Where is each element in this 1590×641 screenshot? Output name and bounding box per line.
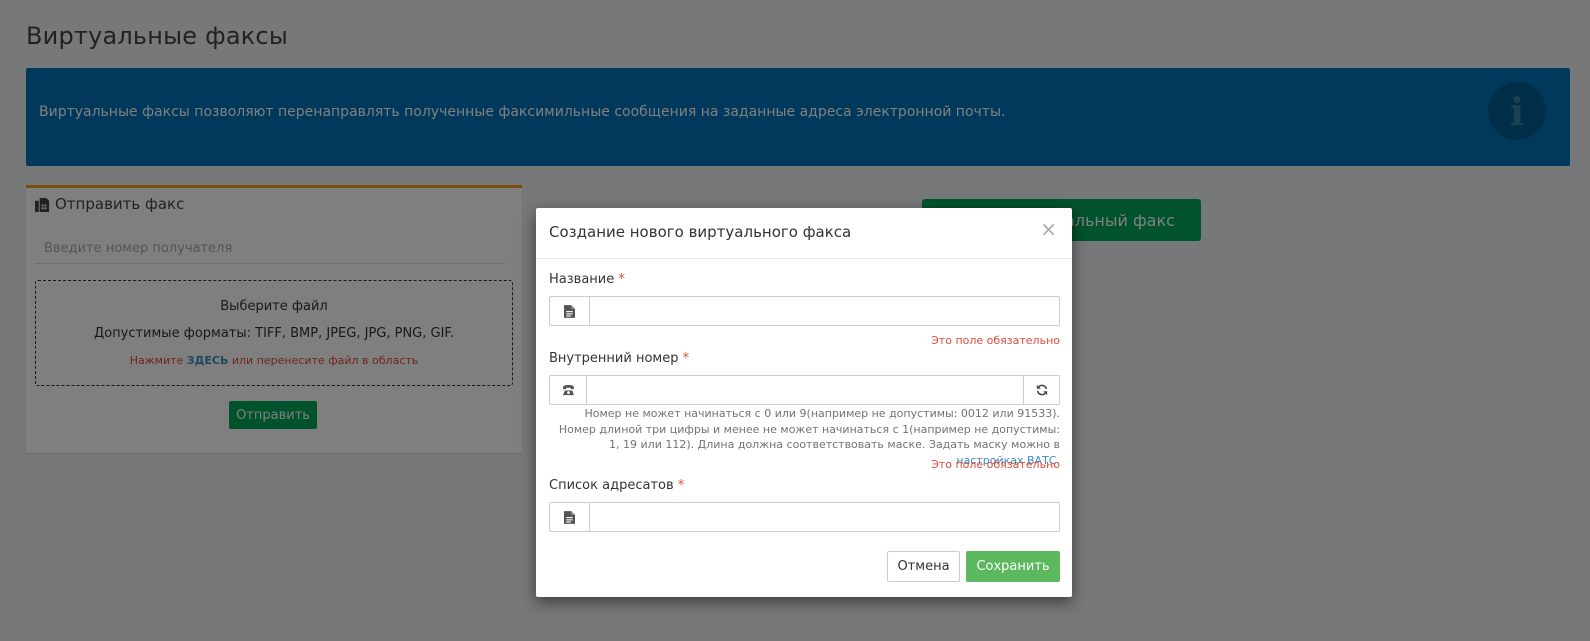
file-icon <box>549 296 589 326</box>
name-label-text: Название <box>549 272 615 287</box>
required-mark: * <box>677 478 685 493</box>
modal-header: Создание нового виртуального факса × <box>536 208 1072 259</box>
required-mark: * <box>682 351 690 366</box>
recipients-label-text: Список адресатов <box>549 478 674 493</box>
name-label: Название * <box>549 272 625 287</box>
close-icon[interactable]: × <box>1040 219 1057 239</box>
recipients-input-group <box>549 502 1060 532</box>
name-field[interactable] <box>589 296 1060 326</box>
name-error: Это поле обязательно <box>931 334 1060 347</box>
recipients-label: Список адресатов * <box>549 478 684 493</box>
extension-help-body: Номер не может начинаться с 0 или 9(напр… <box>558 407 1060 451</box>
extension-input-group <box>549 375 1060 405</box>
extension-label: Внутренний номер * <box>549 351 689 366</box>
extension-error: Это поле обязательно <box>931 458 1060 471</box>
modal-title: Создание нового виртуального факса <box>549 223 852 241</box>
extension-label-text: Внутренний номер <box>549 351 679 366</box>
recipients-field[interactable] <box>589 502 1060 532</box>
refresh-icon[interactable] <box>1024 375 1060 405</box>
name-input-group <box>549 296 1060 326</box>
create-fax-modal: Создание нового виртуального факса × Наз… <box>536 208 1072 597</box>
save-button[interactable]: Сохранить <box>966 551 1060 582</box>
extension-field[interactable] <box>586 375 1024 405</box>
required-mark: * <box>618 272 625 287</box>
file-icon <box>549 502 589 532</box>
modal-footer: Отмена Сохранить <box>536 537 1072 597</box>
phone-icon <box>549 375 586 405</box>
cancel-button[interactable]: Отмена <box>887 551 960 582</box>
